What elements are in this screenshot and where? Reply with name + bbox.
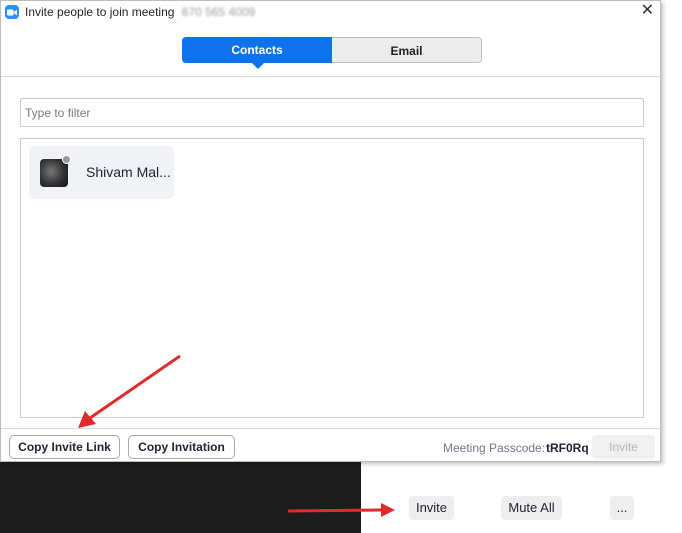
passcode-label: Meeting Passcode: <box>443 441 546 455</box>
tab-bar: Contacts Email <box>1 23 660 77</box>
dialog-invite-button[interactable]: Invite <box>592 435 655 459</box>
presence-status-icon <box>62 155 71 164</box>
contact-name: Shivam Mal... <box>86 164 171 180</box>
video-area <box>0 462 361 533</box>
title-label: Invite people to join meeting <box>25 5 175 19</box>
invite-dialog: Invite people to join meeting 670 565 40… <box>0 0 661 462</box>
filter-input[interactable] <box>20 98 644 127</box>
invite-button[interactable]: Invite <box>409 496 454 520</box>
mute-all-button[interactable]: Mute All <box>501 496 562 520</box>
contact-card[interactable]: Shivam Mal... <box>29 146 174 199</box>
copy-invitation-button[interactable]: Copy Invitation <box>128 435 235 459</box>
title-bar: Invite people to join meeting 670 565 40… <box>1 1 660 23</box>
footer-divider <box>1 428 660 429</box>
close-icon[interactable]: ✕ <box>641 2 654 20</box>
selected-tab-indicator <box>252 63 264 69</box>
tab-contacts[interactable]: Contacts <box>182 37 332 63</box>
copy-invite-link-button[interactable]: Copy Invite Link <box>9 435 120 459</box>
meeting-id: 670 565 4009 <box>181 5 256 19</box>
tab-email[interactable]: Email <box>332 37 482 63</box>
zoom-app-icon <box>5 5 19 19</box>
passcode-value: tRF0Rq <box>546 441 589 455</box>
more-options-button[interactable]: ... <box>610 496 634 520</box>
contact-list: Shivam Mal... <box>20 138 644 418</box>
window-title: Invite people to join meeting 670 565 40… <box>25 5 255 19</box>
